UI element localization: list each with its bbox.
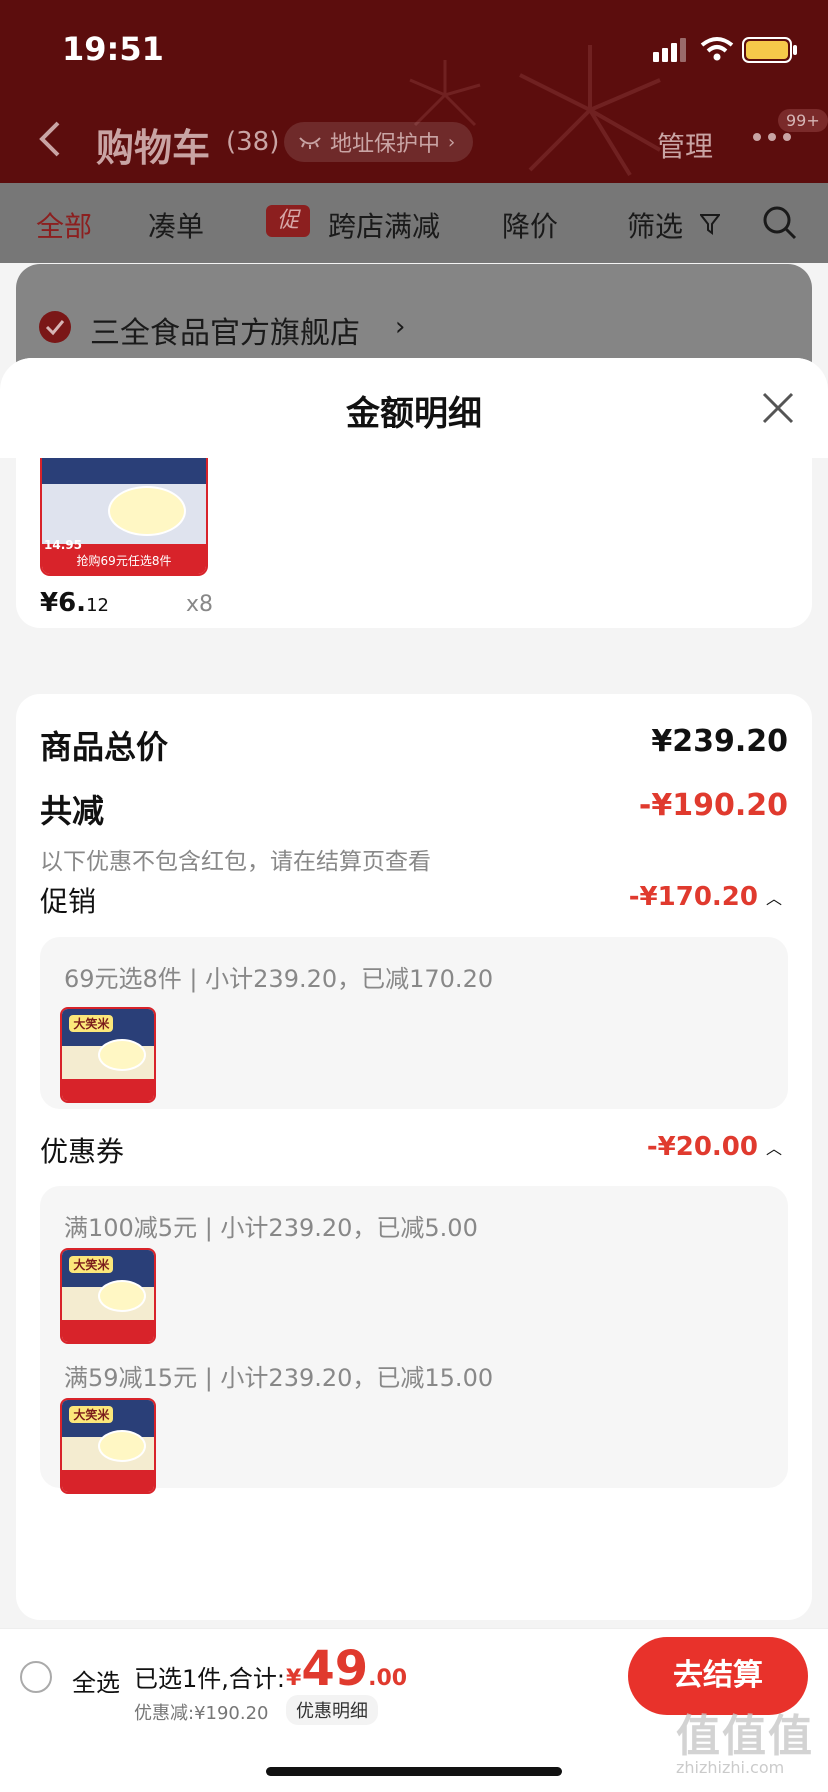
- coupon-value[interactable]: -¥20.00 ︿: [647, 1132, 782, 1162]
- promo-value-text: -¥170.20: [628, 882, 758, 912]
- product-thumbnail[interactable]: 大笑米: [60, 1398, 156, 1494]
- tab-filter[interactable]: 筛选: [627, 205, 683, 245]
- discount-value: -¥190.20: [638, 788, 788, 823]
- product-thumbnail[interactable]: 大笑米: [60, 1248, 156, 1344]
- nav-bar: 购物车 (38) 地址保护中 › 管理 99+: [0, 105, 828, 175]
- search-icon[interactable]: [762, 205, 798, 241]
- price-detail-card: 商品总价 ¥239.20 共减 -¥190.20 以下优惠不包含红包，请在结算页…: [16, 694, 812, 1620]
- cellular-signal-icon: [653, 38, 686, 62]
- tab-cross-store-discount[interactable]: 跨店满减: [328, 205, 440, 245]
- address-protection-pill[interactable]: 地址保护中 ›: [284, 122, 474, 162]
- wifi-icon: [700, 37, 734, 61]
- thumb-brand: 大笑米: [69, 1255, 114, 1273]
- product-thumbnail[interactable]: 大笑米: [60, 1007, 156, 1103]
- cart-count: (38): [226, 127, 280, 157]
- sheet-header: 金额明细: [0, 358, 828, 458]
- status-bar: 19:51: [0, 0, 828, 100]
- watermark-url: zhizhizhi.com: [676, 1758, 785, 1777]
- more-dots-icon[interactable]: [752, 132, 792, 142]
- product-thumbnail[interactable]: 14.95 抢购69元任选8件: [40, 458, 208, 576]
- sheet-title: 金额明细: [346, 394, 482, 434]
- item-unit-price: ¥6.12: [40, 588, 109, 618]
- back-arrow-icon[interactable]: [38, 119, 62, 159]
- tab-price-drop[interactable]: 降价: [502, 205, 558, 245]
- amount-detail-sheet: 金额明细 14.95 抢购69元任选8件 ¥6.12 x8 商品总价 ¥239.…: [0, 358, 828, 1628]
- chevron-right-icon: ›: [448, 131, 456, 153]
- close-icon[interactable]: [762, 392, 794, 424]
- tab-bundle[interactable]: 凑单: [148, 205, 204, 245]
- checked-circle-icon[interactable]: [38, 310, 72, 344]
- total-amount: ¥49.00: [286, 1641, 407, 1697]
- home-indicator[interactable]: [266, 1767, 562, 1776]
- battery-icon: [742, 37, 797, 63]
- total-integer: 49: [301, 1641, 369, 1697]
- chevron-right-icon: ›: [395, 312, 406, 342]
- discount-detail-link[interactable]: 优惠明细: [286, 1695, 378, 1725]
- store-name[interactable]: 三全食品官方旗舰店: [90, 308, 360, 352]
- item-price-integer: ¥6.: [40, 588, 87, 618]
- promo-rule: 69元选8件 | 小计239.20，已减170.20: [64, 965, 494, 993]
- cart-header: 19:51 购物车 (38) 地址保护中 › 管理 99+: [0, 0, 828, 183]
- status-time: 19:51: [62, 30, 164, 68]
- select-all-label[interactable]: 全选: [72, 1663, 120, 1698]
- promo-label: 促销: [40, 885, 97, 918]
- thumb-brand: 大笑米: [69, 1405, 114, 1423]
- chevron-up-icon: ︿: [765, 1139, 782, 1158]
- discount-summary: 优惠减:¥190.20: [134, 1703, 269, 1724]
- coupon-rule-2: 满59减15元 | 小计239.20，已减15.00: [64, 1364, 494, 1392]
- address-protection-label: 地址保护中: [330, 132, 441, 157]
- thumb-brand: 大笑米: [69, 1014, 114, 1032]
- coupon-label: 优惠券: [40, 1135, 125, 1168]
- filter-tabs: 全部 凑单 促 跨店满减 降价 筛选: [0, 183, 828, 263]
- tab-all[interactable]: 全部: [36, 205, 92, 245]
- filter-funnel-icon[interactable]: [700, 213, 720, 235]
- total-price-label: 商品总价: [40, 728, 169, 766]
- promo-value[interactable]: -¥170.20 ︿: [629, 882, 782, 912]
- page-title: 购物车: [96, 126, 211, 170]
- manage-button[interactable]: 管理: [657, 125, 713, 165]
- item-card: 14.95 抢购69元任选8件 ¥6.12 x8: [16, 458, 812, 628]
- promo-tag: 促: [266, 205, 310, 237]
- discount-note: 以下优惠不包含红包，请在结算页查看: [40, 849, 431, 875]
- discount-label: 共减: [40, 792, 105, 830]
- item-quantity: x8: [186, 592, 214, 617]
- eye-closed-icon: [299, 137, 321, 149]
- coupon-rule-1: 满100减5元 | 小计239.20，已减5.00: [64, 1214, 478, 1242]
- item-price-decimal: 12: [86, 595, 109, 616]
- total-decimal: .00: [368, 1666, 408, 1691]
- select-all-radio[interactable]: [20, 1661, 52, 1693]
- total-price-value: ¥239.20: [651, 724, 788, 759]
- coupon-value-text: -¥20.00: [646, 1132, 758, 1162]
- thumb-banner: 抢购69元任选8件: [76, 554, 172, 568]
- total-currency: ¥: [286, 1666, 302, 1691]
- selected-summary: 已选1件,合计:: [134, 1665, 285, 1693]
- watermark-logo: 值值值: [676, 1711, 814, 1762]
- promo-detail-box: 69元选8件 | 小计239.20，已减170.20 大笑米: [40, 937, 788, 1109]
- message-badge: 99+: [778, 109, 828, 132]
- coupon-detail-box: 满100减5元 | 小计239.20，已减5.00 大笑米 满59减15元 | …: [40, 1186, 788, 1494]
- chevron-up-icon: ︿: [765, 889, 782, 908]
